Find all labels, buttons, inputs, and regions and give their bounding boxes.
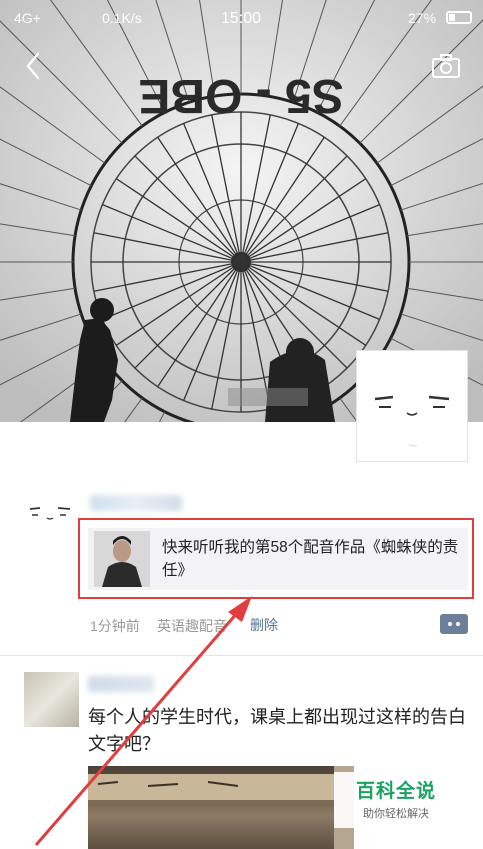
divider	[0, 655, 483, 656]
post-avatar[interactable]	[24, 494, 76, 546]
post-author-name[interactable]	[90, 495, 182, 511]
share-title: 快来听听我的第58个配音作品《蜘蛛侠的责任》	[162, 539, 459, 579]
clock: 15:00	[221, 10, 262, 27]
camera-button[interactable]	[430, 50, 462, 82]
watermark-logo: 百科全说 助你轻松解决	[334, 772, 458, 828]
comment-icon[interactable]	[440, 614, 468, 634]
post-text: 每个人的学生时代，课桌上都出现过这样的告白文字吧？	[88, 707, 466, 754]
network-speed: 0.1K/s	[102, 10, 142, 26]
face-avatar-icon	[29, 507, 71, 520]
battery-icon	[446, 11, 472, 24]
post-author-name[interactable]	[88, 676, 154, 692]
delete-button[interactable]: 删除	[250, 615, 278, 635]
camera-icon	[432, 54, 460, 78]
cover-lettering: S5 - OBE	[138, 69, 343, 122]
profile-avatar[interactable]: ~	[356, 350, 468, 462]
post-time: 1分钟前	[90, 618, 140, 634]
face-avatar-icon: ~	[374, 395, 450, 455]
post-avatar[interactable]	[24, 672, 79, 727]
watermark-title: 百科全说	[355, 781, 436, 802]
svg-text:~: ~	[408, 438, 417, 455]
status-bar: 4G+ 0.1K/s 15:00 27%	[0, 0, 483, 36]
chevron-left-icon	[26, 52, 40, 80]
back-button[interactable]	[18, 50, 50, 82]
share-thumbnail	[94, 531, 150, 587]
post-source[interactable]: 英语趣配音	[157, 616, 227, 636]
battery-level: 27%	[408, 10, 437, 26]
network-indicator: 4G+	[14, 10, 41, 26]
shared-link-card[interactable]: 快来听听我的第58个配音作品《蜘蛛侠的责任》	[88, 528, 468, 590]
post-image[interactable]	[88, 766, 334, 849]
watermark-subtitle: 助你轻松解决	[363, 808, 429, 820]
